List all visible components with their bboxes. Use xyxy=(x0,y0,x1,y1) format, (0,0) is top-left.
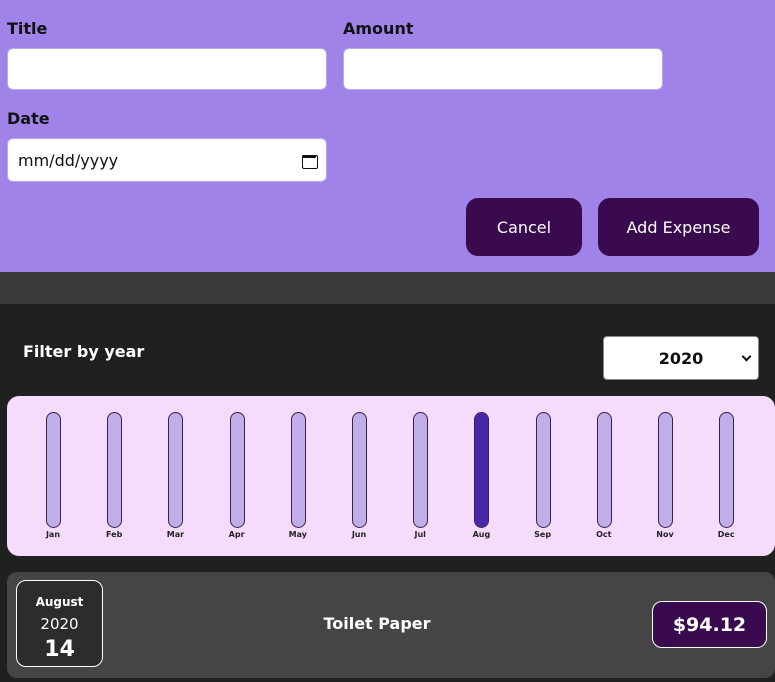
chart-bar-may: May xyxy=(284,412,312,542)
chart-bar-label: Jan xyxy=(45,530,61,539)
chart-bar-label: Feb xyxy=(106,530,123,539)
add-expense-button[interactable]: Add Expense xyxy=(598,198,759,256)
year-select-value: 2020 xyxy=(658,348,704,368)
amount-label: Amount xyxy=(343,19,414,38)
calendar-icon[interactable] xyxy=(302,153,318,169)
title-input[interactable] xyxy=(7,48,327,90)
expense-date: August 2020 14 xyxy=(16,580,103,667)
chart-bar-track xyxy=(107,412,123,528)
date-placeholder: mm/dd/yyyy xyxy=(18,150,119,170)
chart-bar-track xyxy=(474,412,490,528)
amount-input[interactable] xyxy=(343,48,663,90)
chevron-down-icon xyxy=(741,351,752,362)
chart-bar-feb: Feb xyxy=(100,412,128,542)
cancel-button[interactable]: Cancel xyxy=(466,198,582,256)
chart-bar-nov: Nov xyxy=(651,412,679,542)
expense-date-day: 14 xyxy=(44,637,75,662)
chart-bar-label: Aug xyxy=(472,530,491,539)
chart-bar-sep: Sep xyxy=(529,412,557,542)
expense-date-year: 2020 xyxy=(40,615,79,633)
chart-bar-track xyxy=(413,412,429,528)
chart-bar-label: Jul xyxy=(414,530,426,539)
chart-bar-jul: Jul xyxy=(406,412,434,542)
chart-bar-jun: Jun xyxy=(345,412,373,542)
chart-bar-label: Sep xyxy=(534,530,552,539)
date-input[interactable]: mm/dd/yyyy xyxy=(7,138,327,182)
chart-bar-label: May xyxy=(288,530,307,539)
year-select[interactable]: 2020 xyxy=(603,336,759,380)
divider-band xyxy=(0,272,775,304)
chart-bar-track xyxy=(535,412,551,528)
chart-bar-track xyxy=(719,412,735,528)
chart-bar-track xyxy=(596,412,612,528)
chart-bar-mar: Mar xyxy=(161,412,189,542)
chart-bar-fill xyxy=(475,413,489,527)
chart-bar-label: Oct xyxy=(596,530,612,539)
chart-bar-label: Dec xyxy=(717,530,735,539)
chart-bar-track xyxy=(290,412,306,528)
expense-amount: $94.12 xyxy=(652,601,767,648)
filter-label: Filter by year xyxy=(23,342,145,361)
chart-bar-label: Mar xyxy=(166,530,185,539)
new-expense-form: Title Amount Date mm/dd/yyyy Cancel Add … xyxy=(0,0,775,272)
chart-bar-label: Jun xyxy=(351,530,367,539)
chart-bar-track xyxy=(658,412,673,528)
expense-item: August 2020 14 Toilet Paper $94.12 xyxy=(7,572,775,678)
chart-bar-dec: Dec xyxy=(712,412,740,542)
chart-bar-label: Apr xyxy=(228,530,245,539)
chart-bar-label: Nov xyxy=(656,530,674,539)
chart-bar-track xyxy=(168,412,184,528)
chart-bar-aug: Aug xyxy=(467,412,495,542)
chart-bar-track xyxy=(46,412,61,528)
chart-bar-apr: Apr xyxy=(223,412,251,542)
chart-bar-track xyxy=(229,412,245,528)
chart-bar-jan: Jan xyxy=(39,412,67,542)
title-label: Title xyxy=(7,19,48,38)
chart-bar-oct: Oct xyxy=(590,412,618,542)
date-label: Date xyxy=(7,109,50,128)
chart-bar-track xyxy=(352,412,367,528)
expense-title: Toilet Paper xyxy=(323,614,431,633)
expenses-chart: Jan Feb Mar Apr May Jun Jul Aug Sep Oct Nov Dec xyxy=(7,396,775,556)
expense-date-month: August xyxy=(35,595,84,609)
